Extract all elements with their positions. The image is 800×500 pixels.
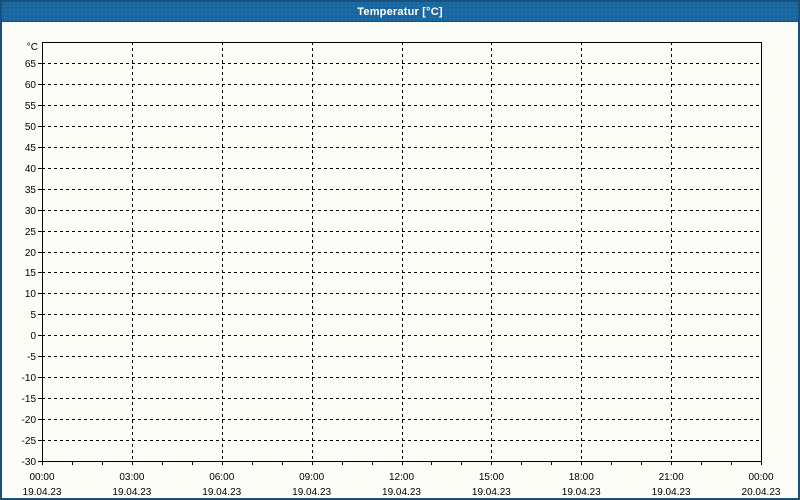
x-tick-time-label: 00:00 <box>29 472 54 483</box>
y-tick-label: 25 <box>25 227 37 238</box>
y-tick-label: 15 <box>25 268 37 279</box>
x-tick-time-label: 03:00 <box>119 472 144 483</box>
x-tick-time-label: 06:00 <box>209 472 234 483</box>
x-tick-time-label: 18:00 <box>569 472 594 483</box>
y-tick-label: 10 <box>25 289 37 300</box>
x-tick-date-label: 19.04.23 <box>23 487 62 498</box>
y-tick-label: 0 <box>30 331 36 342</box>
y-tick-label: 5 <box>30 310 36 321</box>
window-title: Temperatur [°C] <box>357 5 443 18</box>
x-tick-date-label: 19.04.23 <box>292 487 331 498</box>
x-tick-time-label: 12:00 <box>389 472 414 483</box>
x-tick-date-label: 19.04.23 <box>382 487 421 498</box>
y-tick-label: 60 <box>25 80 37 91</box>
y-tick-label: 35 <box>25 185 37 196</box>
y-tick-label: 30 <box>25 206 37 217</box>
y-tick-label: 50 <box>25 122 37 133</box>
y-tick-label: -30 <box>22 457 37 468</box>
x-tick-time-label: 21:00 <box>659 472 684 483</box>
y-axis-unit-label: °C <box>27 42 38 53</box>
y-tick-label: 45 <box>25 143 37 154</box>
y-tick-label: 40 <box>25 164 37 175</box>
y-tick-label: -10 <box>22 373 37 384</box>
window-title-bar[interactable]: Temperatur [°C] <box>2 2 798 22</box>
x-tick-date-label: 19.04.23 <box>562 487 601 498</box>
x-tick-time-label: 09:00 <box>299 472 324 483</box>
x-tick-date-label: 19.04.23 <box>652 487 691 498</box>
y-tick-label: 55 <box>25 101 37 112</box>
y-tick-label: -25 <box>22 436 37 447</box>
y-tick-label: 65 <box>25 59 37 70</box>
x-tick-date-label: 19.04.23 <box>472 487 511 498</box>
y-tick-label: -5 <box>27 352 36 363</box>
x-tick-time-label: 15:00 <box>479 472 504 483</box>
chart-area: 65 60 55 50 45 40 35 30 25 20 15 10 5 0 -5 -10 -15 -20 -25… <box>2 22 798 498</box>
x-tick-time-label: 00:00 <box>748 472 773 483</box>
chart-window: Temperatur [°C] 65 60 55 50 45 40 35 30 25 20 15 10… <box>0 0 800 500</box>
y-tick-label: 20 <box>25 248 37 259</box>
x-tick-date-label: 19.04.23 <box>202 487 241 498</box>
y-tick-label: -20 <box>22 415 37 426</box>
temperature-trend-chart: 65605550454035302520151050-5-10-15-20-25… <box>22 42 781 498</box>
y-tick-label: -15 <box>22 394 37 405</box>
x-tick-date-label: 19.04.23 <box>112 487 151 498</box>
x-tick-date-label: 20.04.23 <box>742 487 781 498</box>
